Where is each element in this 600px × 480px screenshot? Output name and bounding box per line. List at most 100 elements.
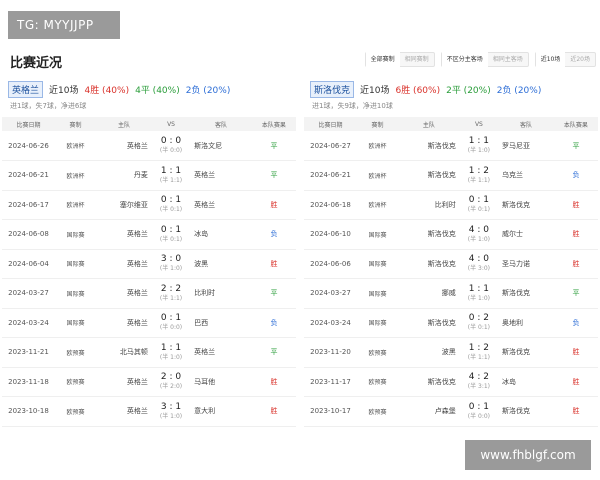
home-team[interactable]: 英格兰 — [96, 308, 152, 338]
away-team[interactable]: 罗马尼亚 — [498, 131, 554, 161]
match-competition[interactable]: 欧预赛 — [357, 338, 398, 368]
away-team[interactable]: 斯洛伐克 — [498, 338, 554, 368]
filter-same-competition[interactable]: 相同赛制 — [400, 52, 434, 67]
match-competition[interactable]: 欧洲杯 — [357, 161, 398, 191]
match-competition[interactable]: 国际赛 — [55, 220, 96, 250]
team-name-tag[interactable]: 斯洛伐克 — [310, 80, 355, 98]
match-competition[interactable]: 欧洲杯 — [55, 131, 96, 161]
team-summary: 英格兰 近10场 4胜 (40%) 4平 (40%) 2负 (20%) — [2, 80, 296, 98]
table-row[interactable]: 2023-11-20 欧预赛 波黑 1 : 2 (半 1:1) 斯洛伐克胜 — [304, 338, 598, 368]
home-team[interactable]: 斯洛伐克 — [398, 161, 460, 191]
table-row[interactable]: 2023-11-18 欧预赛 英格兰 2 : 0 (半 2:0) 马耳他胜 — [2, 367, 296, 397]
away-team[interactable]: 斯洛伐克 — [498, 279, 554, 309]
match-competition[interactable]: 欧预赛 — [357, 367, 398, 397]
filter-last-20[interactable]: 近20场 — [565, 52, 595, 67]
away-team[interactable]: 威尔士 — [498, 220, 554, 250]
table-row[interactable]: 2024-06-18 欧洲杯 比利时 0 : 1 (半 0:1) 斯洛伐克胜 — [304, 190, 598, 220]
table-row[interactable]: 2024-06-21 欧洲杯 斯洛伐克 1 : 2 (半 1:1) 乌克兰负 — [304, 161, 598, 191]
table-row[interactable]: 2024-03-24 国际赛 英格兰 0 : 1 (半 0:0) 巴西负 — [2, 308, 296, 338]
match-result: 平 — [270, 348, 278, 357]
table-row[interactable]: 2024-06-08 国际赛 英格兰 0 : 1 (半 0:1) 冰岛负 — [2, 220, 296, 250]
home-team[interactable]: 英格兰 — [96, 220, 152, 250]
table-row[interactable]: 2023-10-17 欧预赛 卢森堡 0 : 1 (半 0:0) 斯洛伐克胜 — [304, 397, 598, 427]
home-team[interactable]: 英格兰 — [96, 279, 152, 309]
home-team[interactable]: 斯洛伐克 — [398, 308, 460, 338]
table-row[interactable]: 2024-06-04 国际赛 英格兰 3 : 0 (半 1:0) 波黑胜 — [2, 249, 296, 279]
home-team[interactable]: 丹麦 — [96, 161, 152, 191]
away-team[interactable]: 斯洛伐克 — [498, 397, 554, 427]
home-team[interactable]: 斯洛伐克 — [398, 220, 460, 250]
table-row[interactable]: 2024-06-17 欧洲杯 塞尔维亚 0 : 1 (半 0:1) 英格兰胜 — [2, 190, 296, 220]
table-row[interactable]: 2024-03-27 国际赛 英格兰 2 : 2 (半 1:1) 比利时平 — [2, 279, 296, 309]
team-panel-left: 英格兰 近10场 4胜 (40%) 4平 (40%) 2负 (20%) 进1球，… — [2, 80, 296, 427]
home-team[interactable]: 斯洛伐克 — [398, 131, 460, 161]
home-team[interactable]: 英格兰 — [96, 131, 152, 161]
match-competition[interactable]: 欧预赛 — [55, 367, 96, 397]
match-competition[interactable]: 国际赛 — [357, 279, 398, 309]
away-team[interactable]: 冰岛 — [498, 367, 554, 397]
table-row[interactable]: 2023-11-21 欧预赛 北马其顿 1 : 1 (半 1:0) 英格兰平 — [2, 338, 296, 368]
match-date: 2024-03-27 — [310, 289, 351, 298]
match-date: 2024-06-04 — [8, 259, 49, 268]
away-team[interactable]: 冰岛 — [190, 220, 252, 250]
away-team[interactable]: 英格兰 — [190, 190, 252, 220]
match-competition[interactable]: 国际赛 — [357, 220, 398, 250]
match-competition[interactable]: 国际赛 — [55, 308, 96, 338]
filter-same-venue[interactable]: 相同主客场 — [488, 52, 528, 67]
match-competition[interactable]: 国际赛 — [357, 249, 398, 279]
away-team[interactable]: 乌克兰 — [498, 161, 554, 191]
filter-any-venue[interactable]: 不区分主客场 — [441, 52, 488, 67]
match-competition[interactable]: 国际赛 — [55, 279, 96, 309]
away-team[interactable]: 斯洛文尼 — [190, 131, 252, 161]
match-result: 负 — [572, 171, 580, 180]
home-team[interactable]: 比利时 — [398, 190, 460, 220]
home-team[interactable]: 挪威 — [398, 279, 460, 309]
table-row[interactable]: 2024-06-21 欧洲杯 丹麦 1 : 1 (半 1:1) 英格兰平 — [2, 161, 296, 191]
away-team[interactable]: 圣马力诺 — [498, 249, 554, 279]
table-row[interactable]: 2024-06-26 欧洲杯 英格兰 0 : 0 (半 0:0) 斯洛文尼平 — [2, 131, 296, 161]
team-name-tag[interactable]: 英格兰 — [8, 80, 44, 98]
table-row[interactable]: 2023-10-18 欧预赛 英格兰 3 : 1 (半 1:0) 意大利胜 — [2, 397, 296, 427]
match-competition[interactable]: 国际赛 — [357, 308, 398, 338]
match-competition[interactable]: 欧预赛 — [55, 338, 96, 368]
home-team[interactable]: 塞尔维亚 — [96, 190, 152, 220]
home-team[interactable]: 卢森堡 — [398, 397, 460, 427]
filter-all-competitions[interactable]: 全部赛制 — [365, 52, 400, 67]
away-team[interactable]: 比利时 — [190, 279, 252, 309]
stat-draws: 2平 (20%) — [446, 85, 491, 96]
away-team[interactable]: 英格兰 — [190, 338, 252, 368]
away-team[interactable]: 意大利 — [190, 397, 252, 427]
table-row[interactable]: 2024-06-27 欧洲杯 斯洛伐克 1 : 1 (半 1:0) 罗马尼亚平 — [304, 131, 598, 161]
home-team[interactable]: 英格兰 — [96, 367, 152, 397]
match-competition[interactable]: 欧预赛 — [357, 397, 398, 427]
match-competition[interactable]: 欧洲杯 — [357, 190, 398, 220]
table-row[interactable]: 2023-11-17 欧预赛 斯洛伐克 4 : 2 (半 3:1) 冰岛胜 — [304, 367, 598, 397]
away-team[interactable]: 奥地利 — [498, 308, 554, 338]
match-result: 平 — [270, 171, 278, 180]
match-score: 0 : 0 (半 0:0) — [152, 131, 190, 161]
away-team[interactable]: 巴西 — [190, 308, 252, 338]
away-team[interactable]: 波黑 — [190, 249, 252, 279]
home-team[interactable]: 斯洛伐克 — [398, 367, 460, 397]
home-team[interactable]: 英格兰 — [96, 249, 152, 279]
match-competition[interactable]: 国际赛 — [55, 249, 96, 279]
table-row[interactable]: 2024-06-10 国际赛 斯洛伐克 4 : 0 (半 1:0) 威尔士胜 — [304, 220, 598, 250]
table-row[interactable]: 2024-03-27 国际赛 挪威 1 : 1 (半 1:0) 斯洛伐克平 — [304, 279, 598, 309]
section-title: 比赛近况 — [10, 56, 63, 71]
full-time-score: 0 : 0 — [160, 136, 182, 146]
away-team[interactable]: 马耳他 — [190, 367, 252, 397]
away-team[interactable]: 斯洛伐克 — [498, 190, 554, 220]
match-competition[interactable]: 欧洲杯 — [55, 190, 96, 220]
home-team[interactable]: 北马其顿 — [96, 338, 152, 368]
home-team[interactable]: 斯洛伐克 — [398, 249, 460, 279]
home-team[interactable]: 英格兰 — [96, 397, 152, 427]
table-row[interactable]: 2024-03-24 国际赛 斯洛伐克 0 : 2 (半 0:1) 奥地利负 — [304, 308, 598, 338]
match-competition[interactable]: 欧预赛 — [55, 397, 96, 427]
away-team[interactable]: 英格兰 — [190, 161, 252, 191]
half-time-score: (半 1:0) — [159, 412, 183, 420]
match-competition[interactable]: 欧洲杯 — [357, 131, 398, 161]
filter-last-10[interactable]: 近10场 — [535, 52, 566, 67]
home-team[interactable]: 波黑 — [398, 338, 460, 368]
table-row[interactable]: 2024-06-06 国际赛 斯洛伐克 4 : 0 (半 3:0) 圣马力诺胜 — [304, 249, 598, 279]
match-competition[interactable]: 欧洲杯 — [55, 161, 96, 191]
